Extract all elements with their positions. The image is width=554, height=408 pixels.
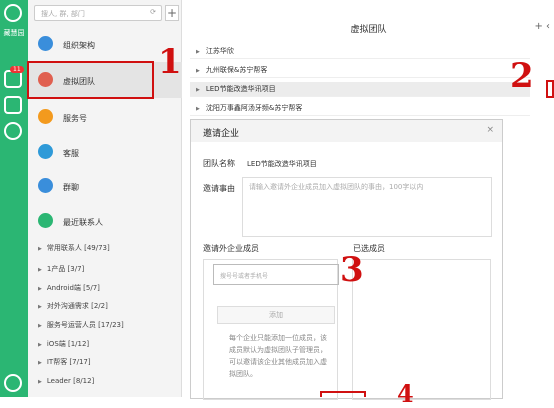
nav-group-chat[interactable]: 群聊: [28, 168, 182, 204]
reason-textarea[interactable]: 请输入邀请外企业成员加入虚拟团队的事由，100字以内: [242, 177, 492, 237]
brand-label: 藏慧园: [3, 29, 25, 37]
team-name-value: LED节能改造华讯项目: [247, 160, 317, 168]
selected-panel: [352, 259, 491, 400]
headset-icon: [38, 144, 53, 159]
add-member-button[interactable]: 添加: [217, 306, 335, 324]
team-name-label: 团队名称: [203, 159, 235, 168]
service-icon: [38, 109, 53, 124]
search-input[interactable]: 搜人, 群, 部门 ⟳: [34, 5, 162, 21]
app-rail: 藏慧园 11: [0, 0, 28, 397]
contacts-icon[interactable]: [4, 96, 22, 114]
nav-label: 客服: [63, 149, 79, 158]
contact-group[interactable]: IT帮客 [7/17]: [38, 357, 91, 367]
dialog-title: 邀请企业: [191, 120, 502, 142]
nav-label: 最近联系人: [63, 218, 103, 227]
contact-group[interactable]: 常用联系人 [49/73]: [38, 243, 110, 253]
unread-badge: 11: [10, 66, 24, 73]
refresh-icon[interactable]: ⟳: [150, 8, 156, 16]
nav-customer-service[interactable]: 客服: [28, 134, 182, 170]
window-controls[interactable]: + ‹: [534, 21, 550, 32]
group-icon: [38, 178, 53, 193]
org-icon: [38, 36, 53, 51]
nav-label: 组织架构: [63, 41, 95, 50]
nav-service-account[interactable]: 服务号: [28, 99, 182, 135]
step-annotation: 2: [510, 56, 534, 96]
highlight-box: [320, 391, 366, 397]
reason-label: 邀请事由: [203, 184, 235, 193]
nav-recent-contacts[interactable]: 最近联系人: [28, 203, 182, 239]
nav-label: 服务号: [63, 114, 87, 123]
member-placeholder: 搜号号或者手机号: [220, 273, 269, 280]
highlight-box: [546, 80, 554, 98]
member-search-input[interactable]: 搜号号或者手机号: [213, 264, 339, 285]
add-button[interactable]: +: [165, 5, 179, 21]
settings-icon[interactable]: [4, 374, 22, 392]
contact-group[interactable]: iOS端 [1/12]: [38, 339, 89, 349]
contact-group[interactable]: 服务号运营人员 [17/23]: [38, 320, 124, 330]
invite-hint: 每个企业只能添加一位成员，该成员默认为虚拟团队子管理员，可以邀请该企业其他成员加…: [229, 334, 327, 378]
search-placeholder: 搜人, 群, 部门: [41, 10, 85, 18]
apps-icon[interactable]: [4, 122, 22, 140]
team-item[interactable]: 九州联保&苏宁帮客: [190, 63, 530, 78]
step-annotation: 3: [340, 250, 364, 290]
nav-label: 群聊: [63, 183, 79, 192]
team-item[interactable]: 沈阳万事鑫阿汤牙频&苏宁帮客: [190, 101, 530, 116]
close-icon[interactable]: ×: [486, 125, 494, 135]
avatar[interactable]: [4, 4, 22, 22]
recent-icon: [38, 213, 53, 228]
page-title: 虚拟团队: [350, 25, 387, 35]
contact-group[interactable]: Leader [8/12]: [38, 377, 94, 385]
step-annotation: 1: [158, 42, 182, 82]
invite-members-label: 邀请外企业成员: [203, 244, 259, 253]
reason-placeholder: 请输入邀请外企业成员加入虚拟团队的事由，100字以内: [249, 183, 424, 191]
team-item[interactable]: 江苏华欣: [190, 44, 530, 59]
team-item[interactable]: LED节能改造华讯项目: [190, 82, 530, 97]
contact-group[interactable]: 1产品 [3/7]: [38, 264, 84, 274]
contact-group[interactable]: Android端 [5/7]: [38, 283, 100, 293]
highlight-box: [27, 61, 154, 99]
contact-group[interactable]: 对外沟通需求 [2/2]: [38, 301, 108, 311]
step-annotation: 4: [397, 379, 414, 408]
